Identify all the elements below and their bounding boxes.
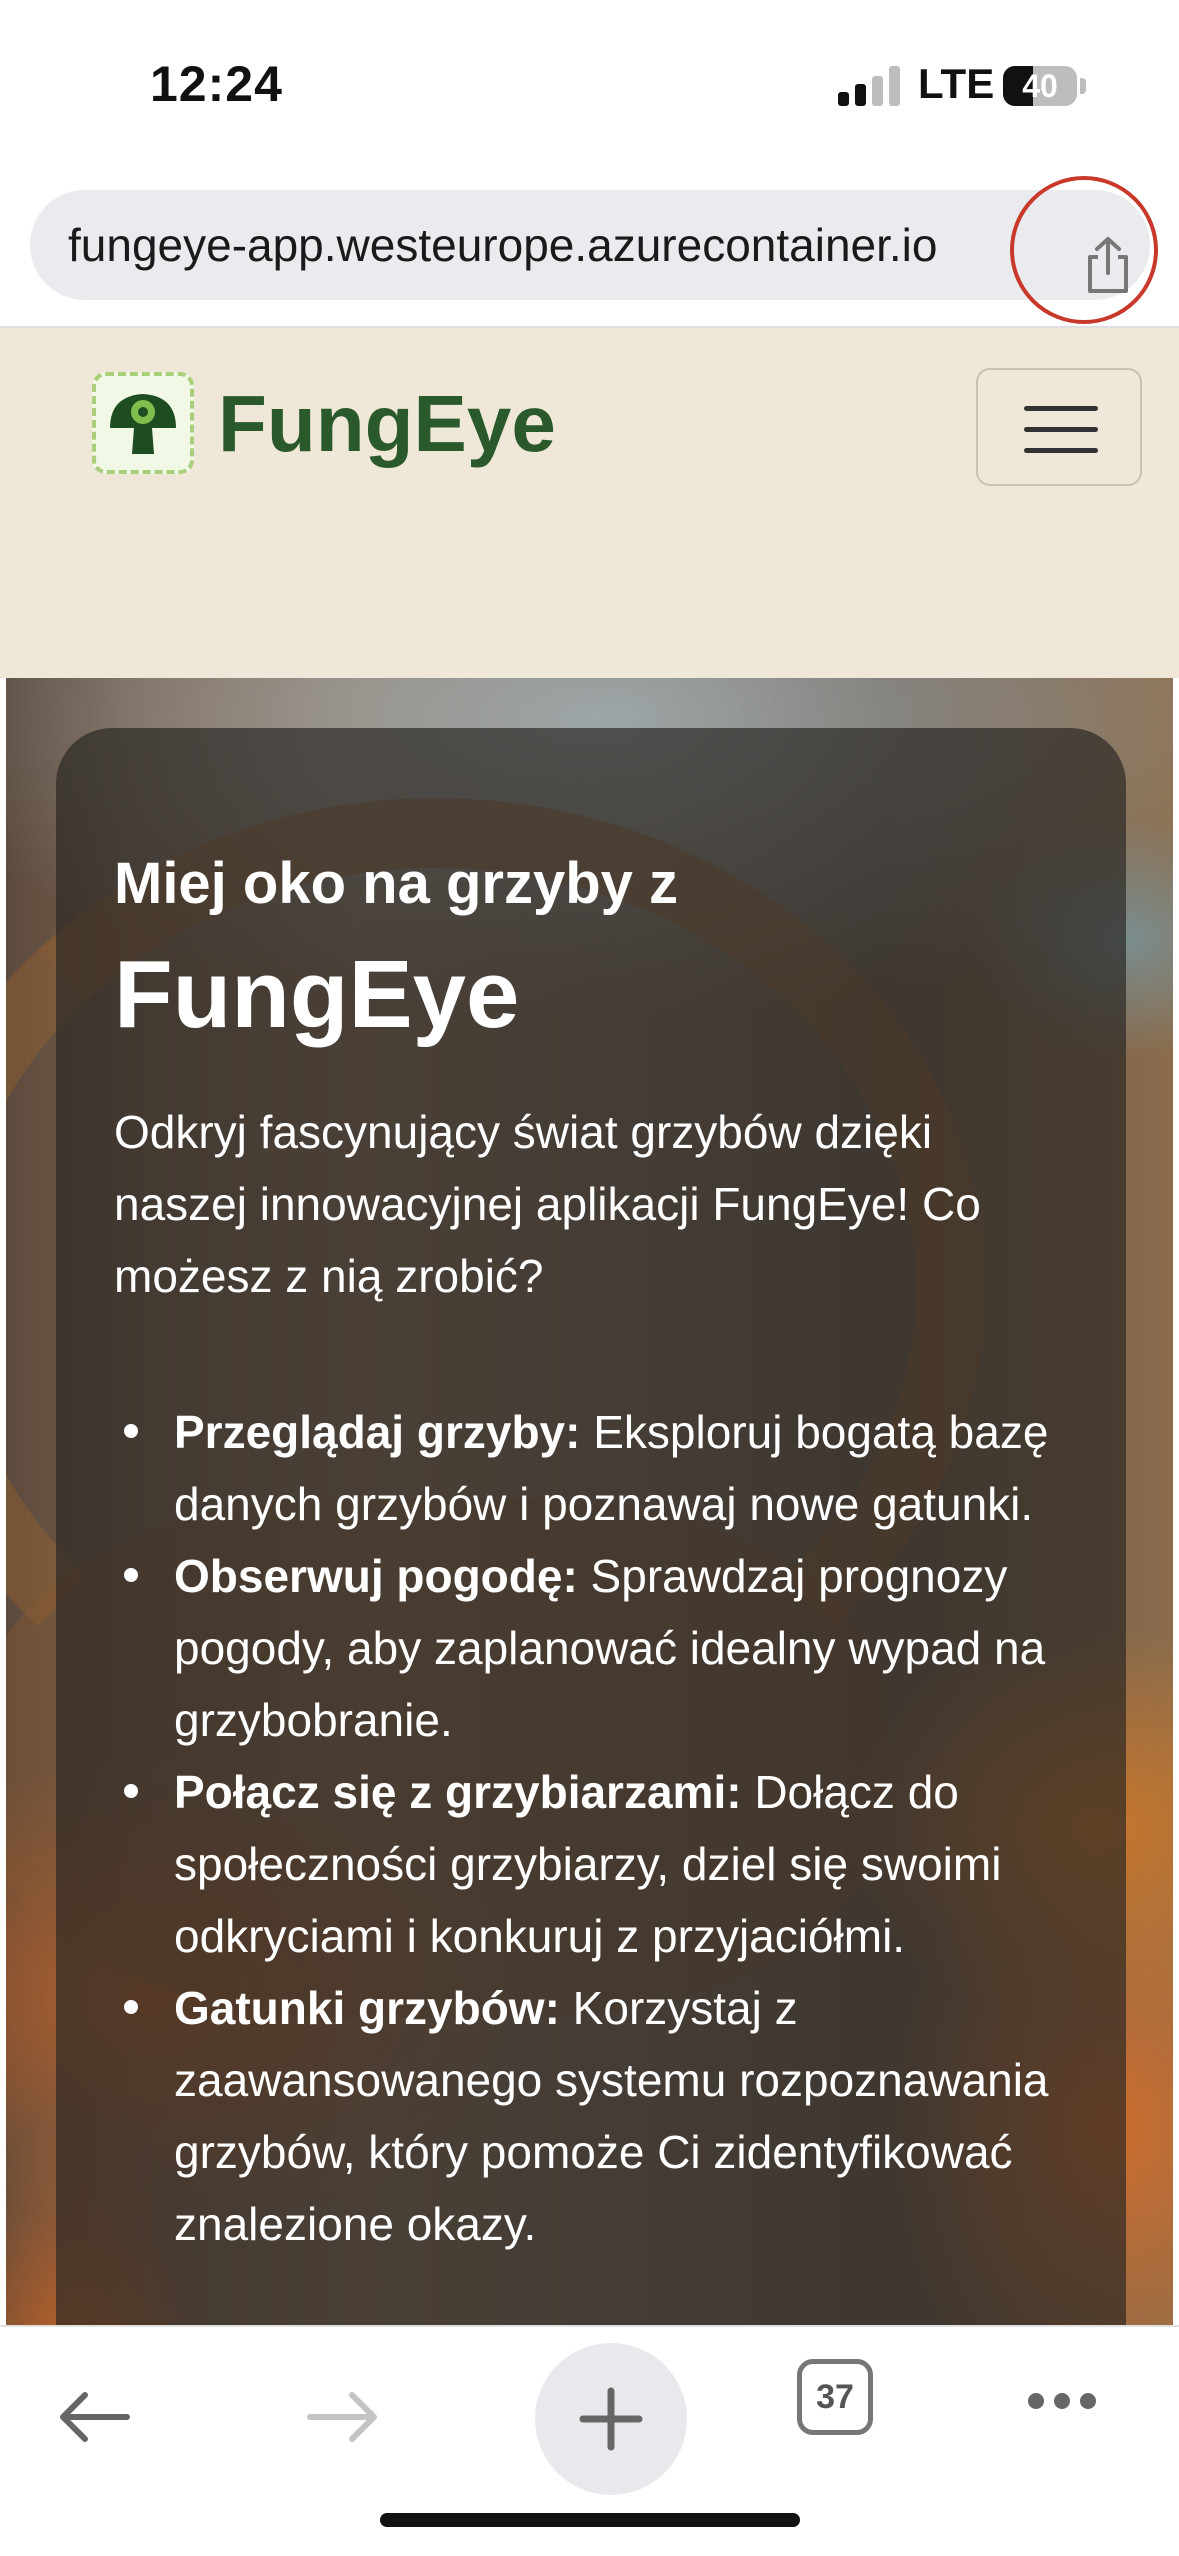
hero-card: Miej oko na grzyby z FungEye Odkryj fasc… bbox=[56, 728, 1126, 2325]
network-type: LTE bbox=[918, 60, 995, 107]
new-tab-button[interactable] bbox=[535, 2343, 687, 2495]
share-highlight-annotation bbox=[1010, 176, 1158, 324]
hero-kicker: Miej oko na grzyby z bbox=[114, 851, 678, 916]
feature-title: Gatunki grzybów: bbox=[174, 1982, 560, 2034]
feature-title: Przeglądaj grzyby: bbox=[174, 1406, 581, 1458]
hero-section: Miej oko na grzyby z FungEye Odkryj fasc… bbox=[6, 678, 1173, 2325]
home-indicator bbox=[380, 2513, 800, 2527]
status-time: 12:24 bbox=[150, 56, 283, 112]
more-dots-icon[interactable] bbox=[1022, 2387, 1102, 2417]
status-bar: 12:24 LTE 40 bbox=[0, 0, 1179, 170]
brand-name[interactable]: FungEye bbox=[218, 378, 556, 470]
feature-title: Obserwuj pogodę: bbox=[174, 1550, 578, 1602]
feature-list: Przeglądaj grzyby: Eksploruj bogatą bazę… bbox=[114, 1396, 1104, 2260]
plus-icon bbox=[579, 2387, 643, 2451]
feature-item: Przeglądaj grzyby: Eksploruj bogatą bazę… bbox=[114, 1396, 1104, 1540]
feature-title: Połącz się z grzybiarzami: bbox=[174, 1766, 742, 1818]
hamburger-menu-button[interactable] bbox=[976, 368, 1142, 486]
battery-icon: 40 bbox=[1003, 66, 1077, 106]
feature-item: Gatunki grzybów: Korzystaj z zaawansowan… bbox=[114, 1972, 1104, 2260]
hero-intro: Odkryj fascynujący świat grzybów dzięki … bbox=[114, 1106, 981, 1302]
forward-arrow-icon[interactable] bbox=[302, 2387, 382, 2447]
tab-count: 37 bbox=[816, 2378, 854, 2416]
browser-address-area: fungeye-app.westeurope.azurecontainer.io bbox=[0, 170, 1179, 328]
hero-title: FungEye bbox=[114, 941, 520, 1048]
site-header: FungEye bbox=[0, 328, 1179, 678]
url-text[interactable]: fungeye-app.westeurope.azurecontainer.io bbox=[68, 218, 938, 272]
tabs-button[interactable]: 37 bbox=[797, 2359, 873, 2435]
feature-item: Obserwuj pogodę: Sprawdzaj prognozy pogo… bbox=[114, 1540, 1104, 1756]
battery-percent: 40 bbox=[1022, 68, 1058, 104]
feature-item: Połącz się z grzybiarzami: Dołącz do spo… bbox=[114, 1756, 1104, 1972]
address-bar[interactable]: fungeye-app.westeurope.azurecontainer.io bbox=[30, 190, 1150, 300]
battery-tip bbox=[1080, 78, 1086, 94]
back-arrow-icon[interactable] bbox=[55, 2387, 135, 2447]
fungeye-logo[interactable] bbox=[92, 372, 194, 474]
signal-icon bbox=[838, 66, 900, 106]
